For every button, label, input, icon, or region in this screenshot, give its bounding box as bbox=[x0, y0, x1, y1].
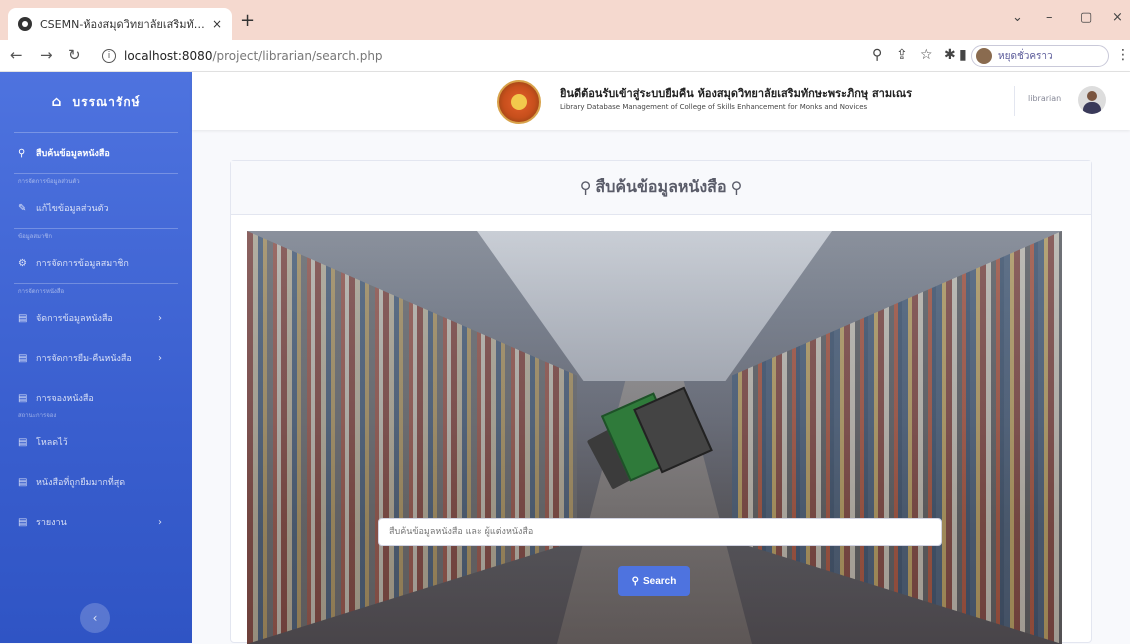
url-host: localhost:8080 bbox=[124, 49, 213, 63]
sidepanel-icon[interactable]: ▮ bbox=[959, 47, 967, 63]
back-icon[interactable]: ← bbox=[10, 46, 23, 64]
sidebar-item-most-borrowed[interactable]: ▤ หนังสือที่ถูกยืมมากที่สุด bbox=[0, 462, 192, 502]
edit-icon: ✎ bbox=[18, 202, 27, 214]
browser-tab[interactable]: CSEMN-ห้องสมุดวิทยาลัยเสริมทักษะ × bbox=[8, 8, 232, 40]
sidebar-item-search-books[interactable]: ⚲ สืบค้นข้อมูลหนังสือ bbox=[0, 133, 192, 173]
search-card: ⚲ สืบค้นข้อมูลหนังสือ ⚲ ⚲ Search bbox=[230, 160, 1092, 644]
sidebar-item-label: การจัดการข้อมูลสมาชิก bbox=[36, 259, 129, 269]
sidebar-item-label: การจองหนังสือ bbox=[36, 394, 94, 404]
sidebar-item-label: รายงาน bbox=[36, 518, 67, 528]
topbar-divider bbox=[1014, 86, 1015, 116]
topbar: ยินดีต้อนรับเข้าสู่ระบบยืมคืน ห้องสมุดวิ… bbox=[192, 72, 1130, 130]
sidebar-item-reserve[interactable]: ▤ การจองหนังสือ bbox=[0, 378, 192, 418]
header-title: ยินดีต้อนรับเข้าสู่ระบบยืมคืน ห้องสมุดวิ… bbox=[560, 87, 912, 100]
zoom-icon[interactable]: ⚲ bbox=[872, 47, 882, 63]
chevron-right-icon: › bbox=[158, 312, 162, 324]
sidebar-heading: การจัดการข้อมูลส่วนตัว bbox=[18, 178, 80, 185]
bookmark-star-icon[interactable]: ☆ bbox=[920, 47, 933, 63]
sidebar-item-loaded[interactable]: ▤ โหลดไว้ bbox=[0, 422, 192, 462]
sidebar-item-borrow-return[interactable]: ▤ การจัดการยืม-คืนหนังสือ › bbox=[0, 338, 192, 378]
sidebar-item-manage-books[interactable]: ▤ จัดการข้อมูลหนังสือ › bbox=[0, 298, 192, 338]
minimize-button[interactable]: – bbox=[1046, 10, 1053, 25]
sidebar-item-reports[interactable]: ▤ รายงาน › bbox=[0, 502, 192, 542]
card-title: สืบค้นข้อมูลหนังสือ bbox=[595, 177, 727, 196]
profile-avatar bbox=[976, 48, 992, 64]
sidebar-item-label: สืบค้นข้อมูลหนังสือ bbox=[36, 149, 110, 159]
maximize-button[interactable]: ▢ bbox=[1080, 10, 1092, 25]
brand-label: บรรณารักษ์ bbox=[72, 94, 141, 109]
browser-menu-icon[interactable]: ⋮ bbox=[1116, 47, 1130, 63]
sidebar-item-label: โหลดไว้ bbox=[36, 438, 68, 448]
college-logo bbox=[497, 80, 541, 124]
book-icon: ▤ bbox=[18, 312, 28, 324]
share-icon[interactable]: ⇪ bbox=[896, 47, 908, 63]
library-background-image: ⚲ Search bbox=[247, 231, 1062, 644]
site-favicon-icon bbox=[18, 17, 32, 31]
tab-search-icon[interactable]: ⌄ bbox=[1012, 10, 1023, 25]
search-icon: ⚲ bbox=[18, 147, 26, 159]
forward-icon[interactable]: → bbox=[40, 46, 53, 64]
url-field[interactable]: i localhost:8080/project/librarian/searc… bbox=[102, 44, 892, 68]
sidebar-item-label: หนังสือที่ถูกยืมมากที่สุด bbox=[36, 478, 126, 488]
sidebar-item-label: จัดการข้อมูลหนังสือ bbox=[36, 314, 113, 324]
home-icon: ⌂ bbox=[51, 94, 63, 110]
user-name[interactable]: librarian bbox=[1028, 94, 1061, 103]
sidebar-item-label: การจัดการยืม-คืนหนังสือ bbox=[36, 354, 132, 364]
profile-button[interactable]: หยุดชั่วคราว bbox=[971, 45, 1109, 67]
extensions-icon[interactable]: ✱ bbox=[944, 47, 956, 63]
sidebar-heading: การจัดการหนังสือ bbox=[18, 288, 65, 295]
chevron-right-icon: › bbox=[158, 516, 162, 528]
search-input[interactable] bbox=[378, 518, 942, 546]
reload-icon[interactable]: ↻ bbox=[68, 46, 81, 64]
search-icon: ⚲ bbox=[579, 178, 592, 197]
sidebar-item-edit-profile[interactable]: ✎ แก้ไขข้อมูลส่วนตัว bbox=[0, 188, 192, 228]
site-info-icon[interactable]: i bbox=[102, 49, 116, 63]
sidebar-brand[interactable]: ⌂ บรรณารักษ์ bbox=[0, 72, 192, 132]
list-icon: ▤ bbox=[18, 436, 28, 448]
search-icon: ⚲ bbox=[730, 178, 743, 197]
tab-title: CSEMN-ห้องสมุดวิทยาลัยเสริมทักษะ bbox=[40, 18, 206, 31]
gear-icon: ⚙ bbox=[18, 257, 27, 269]
url-path: /project/librarian/search.php bbox=[212, 49, 383, 63]
sidebar-item-label: แก้ไขข้อมูลส่วนตัว bbox=[36, 204, 109, 214]
report-icon: ▤ bbox=[18, 516, 28, 528]
search-button-label: Search bbox=[642, 575, 677, 587]
chart-icon: ▤ bbox=[18, 476, 28, 488]
sidebar-toggle-button[interactable]: ‹ bbox=[80, 603, 110, 633]
tab-close-icon[interactable]: × bbox=[212, 17, 222, 31]
close-window-button[interactable]: × bbox=[1112, 10, 1123, 25]
chevron-right-icon: › bbox=[158, 352, 162, 364]
search-icon: ⚲ bbox=[631, 575, 639, 587]
avatar[interactable] bbox=[1078, 86, 1106, 114]
sidebar-heading: ข้อมูลสมาชิก bbox=[18, 233, 53, 240]
header-subtitle: Library Database Management of College o… bbox=[560, 103, 868, 111]
sidebar: ⌂ บรรณารักษ์ ⚲ สืบค้นข้อมูลหนังสือ การจั… bbox=[0, 72, 192, 643]
profile-label: หยุดชั่วคราว bbox=[998, 50, 1053, 62]
browser-tab-bar: CSEMN-ห้องสมุดวิทยาลัยเสริมทักษะ × + ⌄ –… bbox=[0, 0, 1130, 40]
search-button[interactable]: ⚲ Search bbox=[618, 566, 690, 596]
sidebar-item-manage-members[interactable]: ⚙ การจัดการข้อมูลสมาชิก bbox=[0, 243, 192, 283]
new-tab-button[interactable]: + bbox=[240, 10, 255, 31]
bookmark-icon: ▤ bbox=[18, 392, 28, 404]
address-bar: ← → ↻ i localhost:8080/project/librarian… bbox=[0, 40, 1130, 72]
card-header: ⚲ สืบค้นข้อมูลหนังสือ ⚲ bbox=[231, 161, 1091, 215]
books-icon bbox=[586, 379, 717, 490]
exchange-icon: ▤ bbox=[18, 352, 28, 364]
